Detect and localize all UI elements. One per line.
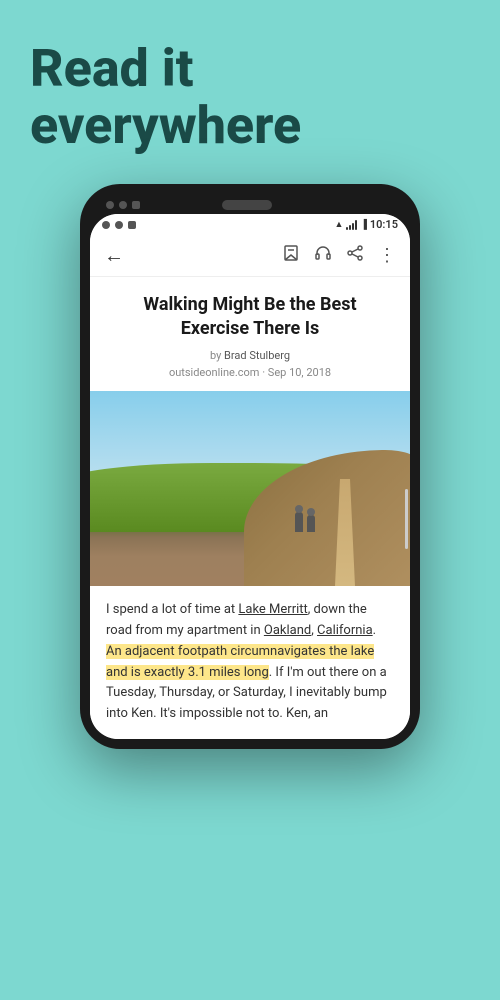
signal-bars-icon <box>346 220 357 230</box>
save-button[interactable] <box>282 244 300 267</box>
link-california[interactable]: California <box>317 623 373 638</box>
author-prefix: by <box>210 349 221 362</box>
article-header: Walking Might Be the Best Exercise There… <box>90 277 410 391</box>
dot3 <box>132 201 140 209</box>
headline-line1: Read it <box>30 38 194 99</box>
headline-line2: everywhere <box>30 95 301 156</box>
share-button[interactable] <box>346 244 364 267</box>
article-image <box>90 391 410 586</box>
status-square <box>128 221 136 229</box>
article-source: outsideonline.com <box>169 366 260 379</box>
author-name: Brad Stulberg <box>224 349 290 362</box>
figure2 <box>307 515 315 532</box>
status-bar: ▲ ▐ 10:15 <box>90 214 410 235</box>
phone-mockup: ▲ ▐ 10:15 ← <box>0 184 500 749</box>
phone-body: ▲ ▐ 10:15 ← <box>80 184 420 749</box>
link-oakland[interactable]: Oakland <box>264 623 311 638</box>
back-button[interactable]: ← <box>104 243 124 268</box>
status-dot2 <box>115 221 123 229</box>
article-date: Sep 10, 2018 <box>268 366 331 379</box>
speaker <box>222 200 272 210</box>
body-text-1: I spend a lot of time at <box>106 602 238 617</box>
headline-section: Read it everywhere <box>0 0 500 174</box>
body-text-4: . <box>373 623 376 638</box>
status-right: ▲ ▐ 10:15 <box>335 218 398 231</box>
phone-top-bar <box>90 194 410 214</box>
link-lake-merritt[interactable]: Lake Merritt <box>238 602 307 617</box>
article-title: Walking Might Be the Best Exercise There… <box>108 293 392 340</box>
more-button[interactable]: ⋮ <box>378 245 396 266</box>
toolbar-actions: ⋮ <box>282 244 396 267</box>
dot2 <box>119 201 127 209</box>
battery-icon: ▐ <box>360 219 366 230</box>
phone-screen: ▲ ▐ 10:15 ← <box>90 214 410 739</box>
page-root: Read it everywhere <box>0 0 500 749</box>
article-body: I spend a lot of time at Lake Merritt, d… <box>90 586 410 739</box>
status-left <box>102 221 136 229</box>
time-display: 10:15 <box>370 218 398 231</box>
headphones-button[interactable] <box>314 244 332 267</box>
article-meta: by Brad Stulberg outsideonline.com · Sep… <box>108 348 392 381</box>
walking-figures <box>295 512 315 532</box>
headline-text: Read it everywhere <box>30 40 470 154</box>
wifi-icon: ▲ <box>335 219 344 230</box>
scroll-indicator <box>405 489 408 549</box>
figure1 <box>295 512 303 532</box>
status-dot1 <box>102 221 110 229</box>
dot1 <box>106 201 114 209</box>
phone-dots <box>106 201 140 209</box>
app-toolbar: ← <box>90 235 410 277</box>
